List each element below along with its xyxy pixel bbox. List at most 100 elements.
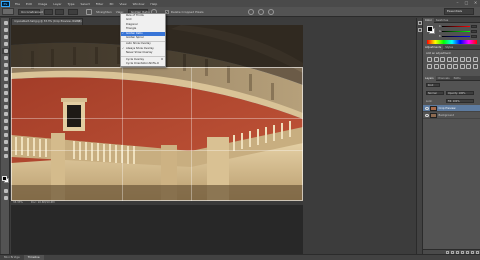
invert-icon[interactable] [446, 63, 452, 69]
color-panel: R G B [423, 23, 480, 45]
blue-slider[interactable]: B [439, 35, 477, 38]
brush-tool-icon[interactable] [2, 69, 9, 75]
menu-filter[interactable]: Filter [93, 2, 106, 6]
menu-view[interactable]: View [116, 2, 129, 6]
channel-mixer-icon[interactable] [433, 63, 439, 69]
minimize-button[interactable]: – [455, 1, 460, 5]
document-tab-title: royal-albert-hall.jpg @ 33.3% (Crop Prev… [14, 20, 82, 23]
straighten-icon[interactable] [86, 8, 92, 15]
healing-brush-tool-icon[interactable] [2, 62, 9, 68]
curves-icon[interactable] [440, 57, 445, 62]
quick-mask-icon[interactable] [2, 188, 9, 194]
pen-tool-icon[interactable] [2, 118, 9, 124]
reset-icon[interactable] [247, 8, 254, 15]
menu-item-golden-spiral[interactable]: Golden Spiral [121, 36, 165, 40]
menu-edit[interactable]: Edit [23, 2, 35, 6]
exposure-icon[interactable] [446, 57, 452, 62]
gradient-tool-icon[interactable] [2, 97, 9, 103]
brightness-icon[interactable] [427, 57, 432, 62]
crop-ratio-select[interactable]: Unconstrained [18, 8, 43, 15]
eraser-tool-icon[interactable] [2, 90, 9, 96]
layer-thumbnail [429, 105, 437, 111]
maximize-button[interactable]: □ [464, 1, 469, 5]
menu-3d[interactable]: 3D [106, 2, 116, 6]
layer-row[interactable]: Background [423, 112, 480, 119]
workspace-select[interactable]: Essentials [444, 8, 474, 15]
visibility-eye-icon[interactable] [424, 113, 429, 117]
tab-adjustments[interactable]: Adjustments [423, 44, 444, 50]
green-slider[interactable]: G [439, 30, 477, 33]
foreground-color-chip[interactable] [427, 26, 433, 32]
type-tool-icon[interactable] [2, 125, 9, 131]
color-lookup-icon[interactable] [440, 63, 445, 69]
overlay-guide-line [11, 118, 303, 119]
menu-select[interactable]: Select [78, 2, 93, 6]
menu-item-cycle-orientation[interactable]: Cycle Orientation Shift+O [121, 62, 165, 66]
crop-tool-icon[interactable] [2, 48, 9, 54]
tab-timeline[interactable]: Timeline [23, 255, 44, 260]
menu-item-never-show-overlay[interactable]: Never Show Overlay [121, 51, 165, 55]
commit-crop-icon[interactable] [267, 8, 274, 15]
vibrance-icon[interactable] [453, 57, 458, 62]
eyedropper-tool-icon[interactable] [2, 55, 9, 61]
tab-paths[interactable]: Paths [452, 76, 463, 81]
document-tab[interactable]: royal-albert-hall.jpg @ 33.3% (Crop Prev… [11, 18, 83, 25]
layer-thumbnail [429, 112, 437, 118]
tab-styles[interactable]: Styles [443, 45, 455, 50]
hue-saturation-icon[interactable] [459, 57, 465, 62]
tab-mini-bridge[interactable]: Mini Bridge [0, 255, 24, 260]
delete-cropped-label: Delete Cropped Pixels [170, 9, 204, 14]
cancel-crop-icon[interactable] [257, 8, 264, 15]
threshold-icon[interactable] [459, 63, 465, 69]
lasso-tool-icon[interactable] [2, 34, 9, 40]
menu-type[interactable]: Type [65, 2, 78, 6]
layer-row[interactable]: Crop Preview [423, 105, 480, 112]
clear-button[interactable] [68, 8, 78, 15]
fill-field[interactable]: Fill: 100% [446, 99, 474, 103]
visibility-eye-icon[interactable] [424, 106, 429, 110]
move-tool-icon[interactable] [2, 20, 9, 26]
clone-stamp-tool-icon[interactable] [2, 76, 9, 82]
levels-icon[interactable] [433, 57, 439, 62]
layer-name: Crop Preview [438, 106, 456, 110]
color-balance-icon[interactable] [466, 57, 471, 62]
zoom-tool-icon[interactable] [2, 153, 9, 159]
marquee-tool-icon[interactable] [2, 27, 9, 33]
menu-window[interactable]: Window [130, 2, 148, 6]
gradient-map-icon[interactable] [466, 63, 471, 69]
close-button[interactable]: ✕ [473, 1, 478, 5]
black-white-icon[interactable] [472, 57, 478, 62]
quick-select-tool-icon[interactable] [2, 41, 9, 47]
shape-tool-icon[interactable] [2, 139, 9, 145]
crop-height-field[interactable] [55, 8, 64, 15]
red-slider[interactable]: R [439, 25, 477, 28]
menu-file[interactable]: File [12, 2, 23, 6]
opacity-field[interactable]: Opacity: 100% [446, 91, 474, 95]
tab-channels[interactable]: Channels [436, 76, 452, 81]
tab-color[interactable]: Color [423, 17, 434, 23]
menu-help[interactable]: Help [147, 2, 160, 6]
color-spectrum-bar[interactable] [427, 40, 477, 44]
menu-layer[interactable]: Layer [50, 2, 64, 6]
history-brush-tool-icon[interactable] [2, 83, 9, 89]
hand-tool-icon[interactable] [2, 146, 9, 152]
dodge-tool-icon[interactable] [2, 111, 9, 117]
blend-mode-select[interactable]: Normal [426, 91, 444, 95]
screen-mode-icon[interactable] [2, 195, 9, 201]
adjustments-panel: Add an adjustment [423, 50, 480, 76]
selective-color-icon[interactable] [472, 63, 478, 69]
right-panel-dock: Color Swatches R G B Adjustments Styles … [422, 17, 480, 254]
layer-kind-filter[interactable]: Kind [426, 83, 440, 87]
crop-box[interactable] [11, 67, 303, 201]
layer-name: Background [438, 113, 454, 117]
tab-layers[interactable]: Layers [423, 75, 436, 81]
photo-filter-icon[interactable] [427, 63, 432, 69]
crop-width-field[interactable] [44, 8, 53, 15]
menu-image[interactable]: Image [35, 2, 50, 6]
blur-tool-icon[interactable] [2, 104, 9, 110]
path-selection-tool-icon[interactable] [2, 132, 9, 138]
crop-tool-preset-picker[interactable] [2, 8, 14, 15]
tab-swatches[interactable]: Swatches [434, 18, 450, 23]
posterize-icon[interactable] [453, 63, 458, 69]
foreground-color-swatch[interactable] [2, 176, 7, 181]
